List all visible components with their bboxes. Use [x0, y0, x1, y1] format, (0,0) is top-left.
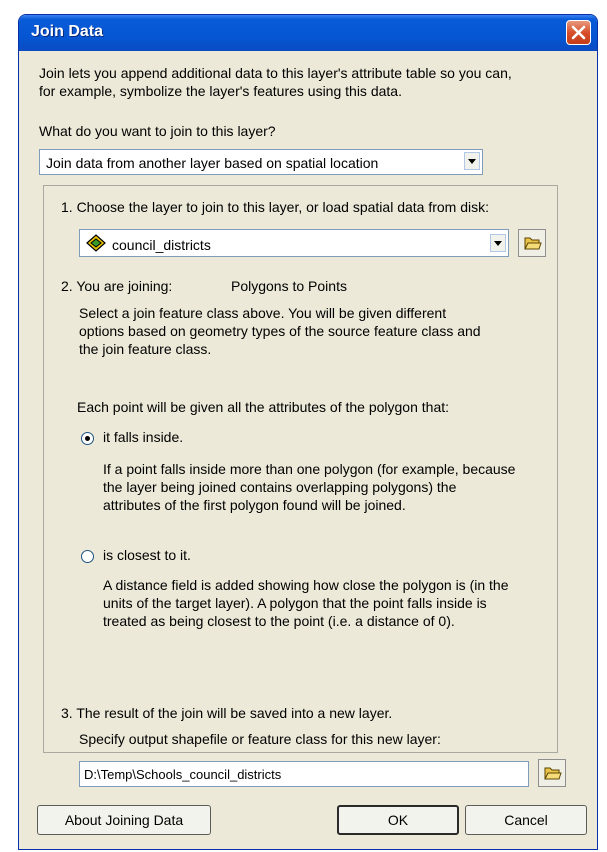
- output-path-value: D:\Temp\Schools_council_districts: [84, 767, 282, 782]
- join-layer-dropdown-arrow[interactable]: [490, 234, 506, 252]
- open-folder-icon: [544, 767, 562, 780]
- join-kind-value: Polygons to Points: [231, 278, 347, 294]
- output-path-input[interactable]: D:\Temp\Schools_council_districts: [79, 761, 529, 787]
- browse-join-layer-button[interactable]: [518, 229, 546, 257]
- step1-label: 1. Choose the layer to join to this laye…: [61, 199, 490, 215]
- close-icon: [571, 25, 586, 40]
- closest-desc-line-3: treated as being closest to the point (i…: [103, 613, 455, 629]
- step2-help-line-1: Select a join feature class above. You w…: [79, 305, 447, 321]
- step3-help: Specify output shapefile or feature clas…: [79, 731, 441, 747]
- join-layer-dropdown[interactable]: council_districts: [79, 229, 509, 257]
- title-bar[interactable]: Join Data: [19, 15, 597, 51]
- polygon-layer-icon: [86, 234, 106, 252]
- join-data-dialog: Join Data Join lets you append additiona…: [18, 14, 598, 850]
- cancel-button[interactable]: Cancel: [465, 805, 587, 835]
- join-question-label: What do you want to join to this layer?: [39, 123, 276, 139]
- step2-label: 2. You are joining:: [61, 278, 173, 294]
- description-line-2: for example, symbolize the layer's featu…: [39, 83, 402, 99]
- browse-output-button[interactable]: [538, 759, 566, 787]
- closest-radio[interactable]: [81, 550, 94, 563]
- attributes-intro: Each point will be given all the attribu…: [77, 399, 450, 415]
- about-joining-data-button[interactable]: About Joining Data: [37, 805, 211, 835]
- join-layer-value: council_districts: [112, 237, 211, 253]
- step2-help-line-2: options based on geometry types of the s…: [79, 323, 481, 339]
- falls-inside-desc-line-3: attributes of the first polygon found wi…: [103, 497, 406, 513]
- join-type-dropdown-arrow[interactable]: [464, 152, 480, 170]
- falls-inside-desc-line-2: the layer being joined contains overlapp…: [103, 479, 457, 495]
- join-type-value: Join data from another layer based on sp…: [46, 155, 379, 171]
- falls-inside-radio-dot: [85, 436, 90, 441]
- closest-desc-line-2: units of the target layer). A polygon th…: [103, 595, 487, 611]
- falls-inside-desc-line-1: If a point falls inside more than one po…: [103, 461, 516, 477]
- step3-label: 3. The result of the join will be saved …: [61, 705, 393, 721]
- join-type-dropdown[interactable]: Join data from another layer based on sp…: [39, 149, 483, 175]
- falls-inside-radio[interactable]: [81, 432, 94, 445]
- description-line-1: Join lets you append additional data to …: [39, 65, 512, 81]
- open-folder-icon: [524, 237, 542, 250]
- closest-desc-line-1: A distance field is added showing how cl…: [103, 577, 509, 593]
- falls-inside-label[interactable]: it falls inside.: [103, 429, 183, 445]
- step2-help-line-3: the join feature class.: [79, 341, 212, 357]
- closest-label[interactable]: is closest to it.: [103, 547, 191, 563]
- close-button[interactable]: [566, 20, 591, 45]
- dialog-title: Join Data: [31, 23, 104, 40]
- ok-button[interactable]: OK: [337, 805, 459, 835]
